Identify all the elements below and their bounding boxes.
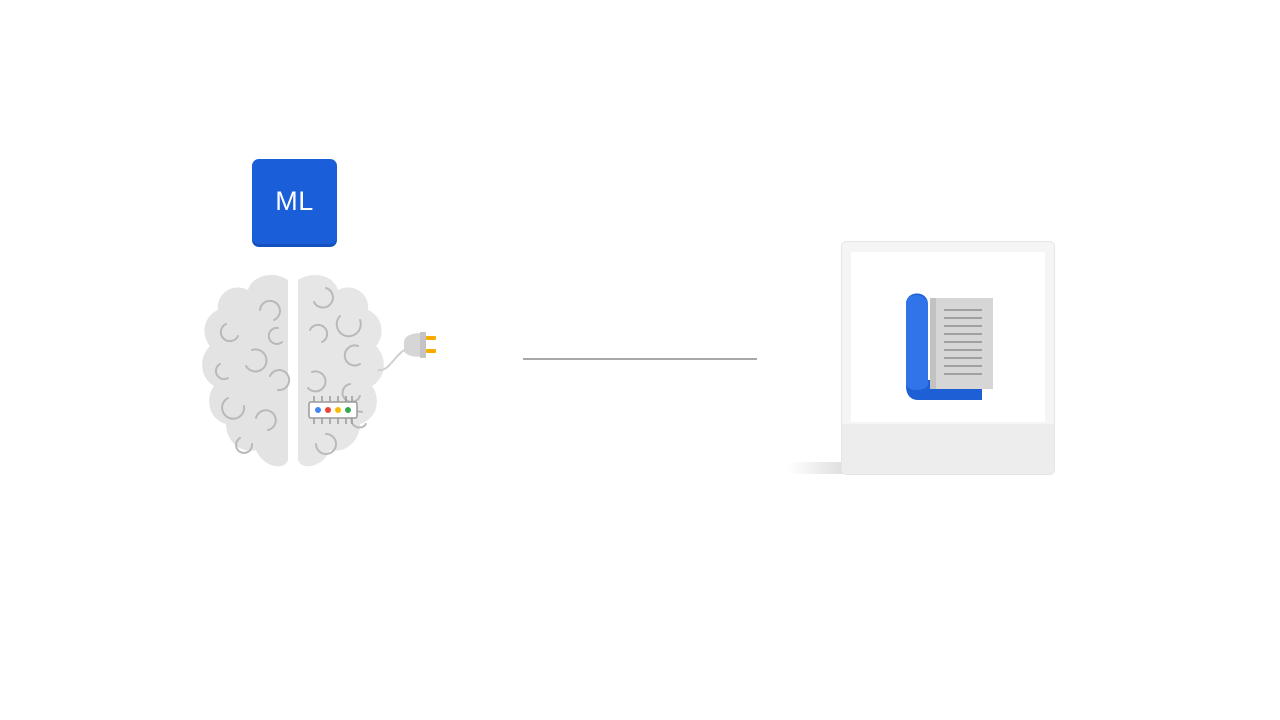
brain-illustration — [190, 268, 450, 478]
screen-base — [842, 424, 1054, 474]
connector-line — [523, 358, 757, 360]
screen-shadow — [788, 462, 848, 474]
ml-badge-label: ML — [275, 186, 314, 216]
chip-icon — [308, 396, 358, 424]
ml-badge: ML — [252, 159, 337, 244]
document-icon — [906, 293, 993, 400]
plug-icon — [377, 332, 436, 372]
